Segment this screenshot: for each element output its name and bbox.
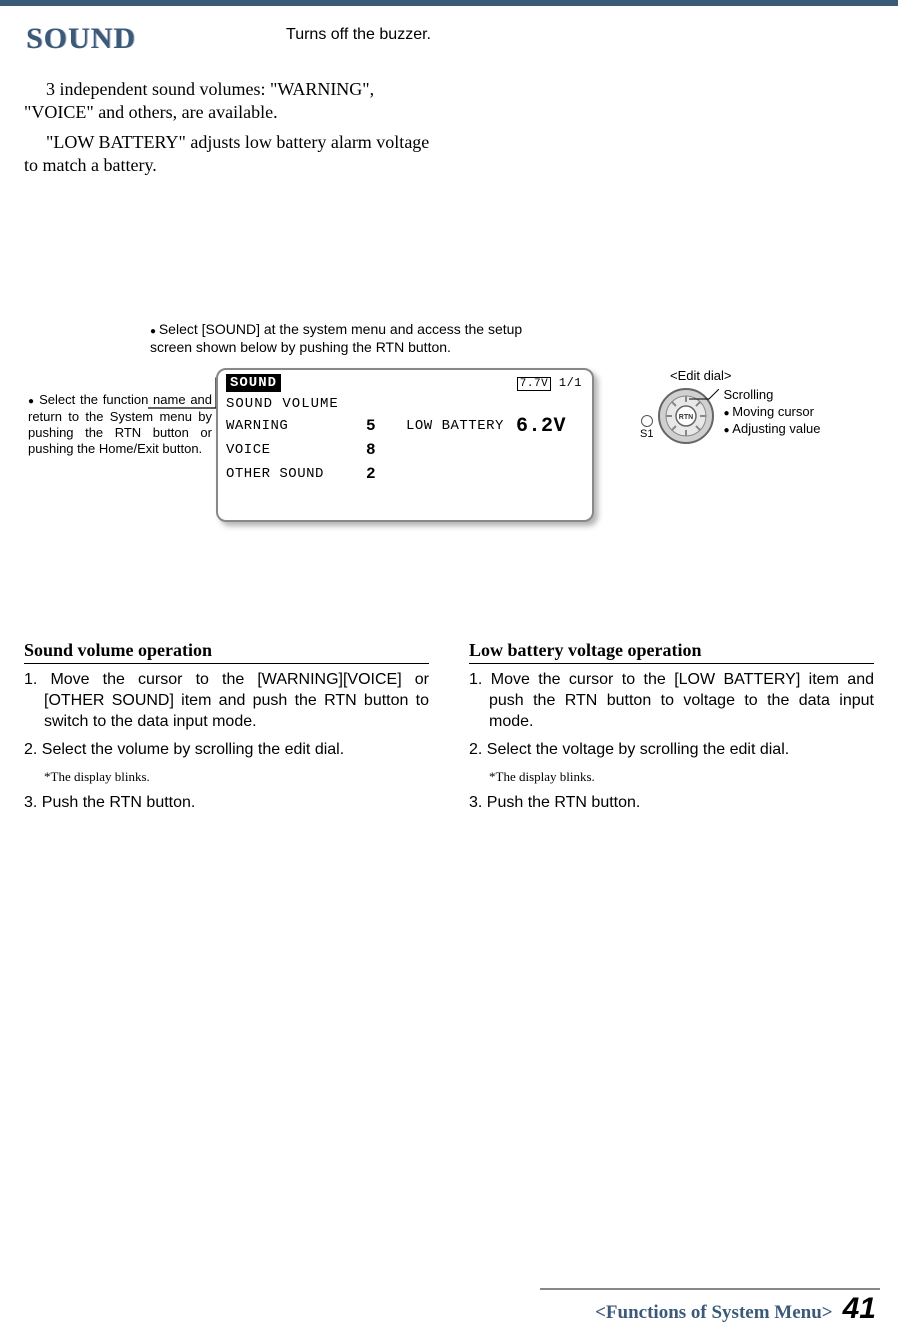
op-step: 3. Push the RTN button. xyxy=(469,793,874,814)
lcd-screen: SOUND 7.7V 1/1 SOUND VOLUME WARNING 5 LO… xyxy=(216,368,594,522)
lcd-section-label: SOUND VOLUME xyxy=(226,396,584,412)
lcd-status: 7.7V 1/1 xyxy=(517,376,582,390)
page-number: 41 xyxy=(843,1292,876,1326)
low-battery-op: Low battery voltage operation 1. Move th… xyxy=(469,640,874,822)
footer: <Functions of System Menu> 41 xyxy=(595,1292,876,1326)
lcd-body: SOUND VOLUME WARNING 5 LOW BATTERY 6.2V … xyxy=(226,396,584,486)
header-row: SOUND Turns off the buzzer. xyxy=(0,6,898,56)
scroll-label: Scrolling xyxy=(723,387,820,404)
s1-button: S1 xyxy=(640,415,653,440)
lcd-label: VOICE xyxy=(226,442,366,458)
byline: Turns off the buzzer. xyxy=(286,26,431,44)
intro-block: 3 independent sound volumes: "WARNING", … xyxy=(0,56,460,178)
s1-label: S1 xyxy=(640,428,653,440)
callout-arrow-icon xyxy=(689,389,719,401)
lcd-row-voice: VOICE 8 xyxy=(226,438,584,462)
dial-note-value: Adjusting value xyxy=(723,421,820,438)
access-note: Select [SOUND] at the system menu and ac… xyxy=(150,320,550,356)
op-step: 1. Move the cursor to the [LOW BATTERY] … xyxy=(469,670,874,732)
lcd-value: 8 xyxy=(366,441,406,459)
sound-volume-op: Sound volume operation 1. Move the curso… xyxy=(24,640,429,822)
op-title: Low battery voltage operation xyxy=(469,640,874,664)
dial-row: S1 RTN xyxy=(640,387,820,445)
lcd-voltage: 7.7V xyxy=(517,377,551,391)
op-step: 2. Select the voltage by scrolling the e… xyxy=(469,740,874,761)
lcd-row-other: OTHER SOUND 2 xyxy=(226,462,584,486)
dial-notes: Scrolling Moving cursor Adjusting value xyxy=(723,387,820,438)
op-title: Sound volume operation xyxy=(24,640,429,664)
left-callout: Select the function name and return to t… xyxy=(28,392,212,457)
footer-label: <Functions of System Menu> xyxy=(595,1302,833,1324)
op-note: *The display blinks. xyxy=(489,769,874,785)
lcd-label: OTHER SOUND xyxy=(226,466,366,482)
page-title: SOUND xyxy=(26,22,136,56)
intro-p2: "LOW BATTERY" adjusts low battery alarm … xyxy=(24,131,430,178)
dial-section: <Edit dial> S1 xyxy=(640,368,820,445)
op-step: 2. Select the volume by scrolling the ed… xyxy=(24,740,429,761)
lcd-title: SOUND xyxy=(226,374,281,392)
lcd-value: 5 xyxy=(366,417,406,435)
footer-rule xyxy=(540,1288,880,1290)
op-step: 3. Push the RTN button. xyxy=(24,793,429,814)
svg-text:RTN: RTN xyxy=(679,414,693,421)
s1-circle-icon xyxy=(641,415,653,427)
lcd-label2: LOW BATTERY xyxy=(406,418,516,434)
lcd-value: 2 xyxy=(366,465,406,483)
op-note: *The display blinks. xyxy=(44,769,429,785)
intro-p1: 3 independent sound volumes: "WARNING", … xyxy=(24,78,430,125)
dial-note-cursor: Moving cursor xyxy=(723,404,820,421)
op-step: 1. Move the cursor to the [WARNING][VOIC… xyxy=(24,670,429,732)
lcd-row-warning: WARNING 5 LOW BATTERY 6.2V xyxy=(226,414,584,438)
lcd-label: WARNING xyxy=(226,418,366,434)
dial-title: <Edit dial> xyxy=(670,368,820,383)
operations: Sound volume operation 1. Move the curso… xyxy=(24,640,874,822)
lcd-value2: 6.2V xyxy=(516,415,566,438)
lcd-wrap: SOUND 7.7V 1/1 SOUND VOLUME WARNING 5 LO… xyxy=(216,368,594,522)
lcd-page: 1/1 xyxy=(559,376,582,390)
